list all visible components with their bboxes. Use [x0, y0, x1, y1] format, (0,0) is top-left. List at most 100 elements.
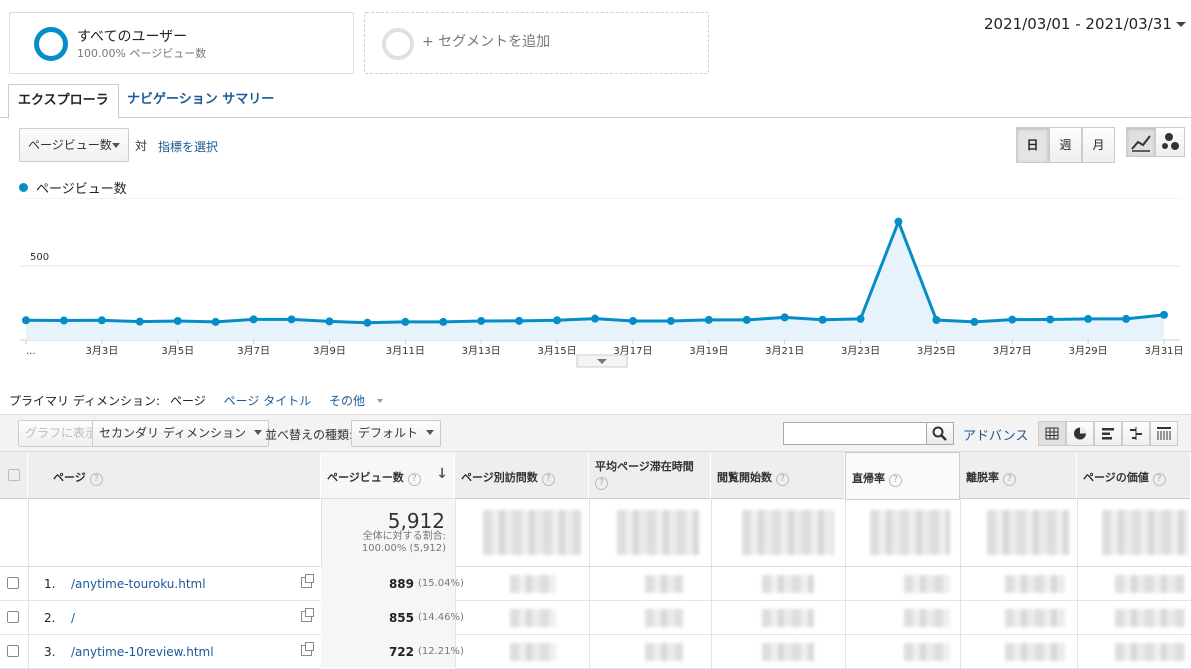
x-tick-label: 3月19日 [689, 345, 728, 357]
external-link-icon[interactable] [301, 642, 314, 656]
data-point [59, 316, 68, 325]
data-point [628, 316, 637, 325]
total-share: 全体に対する割合: 100.00% (5,912) [362, 531, 446, 555]
grid-icon [1045, 427, 1059, 440]
comparison-view-button[interactable] [1122, 421, 1150, 446]
header-exit-rate[interactable]: 離脱率? [960, 452, 1077, 500]
add-segment-button[interactable]: + セグメントを追加 [364, 12, 709, 74]
sort-desc-arrow-icon: ↓ [436, 466, 448, 482]
chevron-down-icon [426, 430, 435, 435]
total-pageviews: 5,912 [387, 509, 445, 533]
row-page-link[interactable]: /anytime-10review.html [71, 645, 214, 659]
x-tick-label: 3月7日 [237, 345, 270, 357]
help-icon[interactable]: ? [89, 473, 103, 486]
header-pageviews[interactable]: ページビュー数? ↓ [321, 452, 455, 500]
data-point [97, 316, 106, 325]
data-point [1084, 314, 1093, 323]
data-point [932, 316, 941, 325]
row-page-link[interactable]: /anytime-touroku.html [71, 577, 206, 591]
search-button[interactable] [926, 422, 954, 445]
header-page-value[interactable]: ページの価値? [1077, 452, 1191, 500]
redacted-value [1005, 609, 1065, 627]
select-all-cell [0, 452, 28, 500]
header-bounce-rate-label: 直帰率 [852, 472, 885, 485]
header-unique-pageviews[interactable]: ページ別訪問数? [455, 452, 589, 500]
bar-view-button[interactable] [1094, 421, 1122, 446]
row-pageviews-pct: (14.46%) [418, 612, 464, 623]
chevron-down-icon [377, 399, 384, 403]
line-chart-view-button[interactable] [1126, 127, 1156, 157]
row-index: 2. [44, 611, 56, 625]
advanced-filter-link[interactable]: アドバンス [963, 425, 1028, 444]
external-link-icon[interactable] [301, 574, 314, 588]
data-point [894, 217, 903, 226]
header-avg-time[interactable]: 平均ページ滞在時間? [589, 452, 711, 500]
redacted-value [904, 643, 950, 661]
secondary-dimension-label: セカンダリ ディメンション [99, 426, 246, 440]
table-toolbar: グラフに表示 セカンダリ ディメンション 並べ替えの種類: デフォルト アドバン… [0, 414, 1191, 451]
data-point [553, 316, 562, 325]
table-search-input[interactable] [783, 422, 927, 445]
help-icon[interactable]: ? [889, 474, 902, 487]
tab-explorer[interactable]: エクスプローラ [8, 84, 119, 119]
sort-type-select[interactable]: デフォルト [351, 420, 442, 447]
dimension-page-title[interactable]: ページ タイトル [224, 394, 312, 408]
table-view-button[interactable] [1038, 421, 1066, 446]
row-checkbox[interactable] [7, 645, 19, 657]
period-week-button[interactable]: 週 [1049, 127, 1082, 163]
pie-view-button[interactable] [1066, 421, 1094, 446]
bar-chart-icon [1102, 428, 1114, 440]
help-icon[interactable]: ? [1152, 473, 1166, 486]
segment-subtitle: 100.00% ページビュー数 [77, 47, 207, 60]
row-pageviews: 855 [388, 611, 414, 625]
table-header: ページ? ページビュー数? ↓ ページ別訪問数? 平均ページ滞在時間? 閲覧開始数… [0, 451, 1191, 500]
external-link-icon[interactable] [301, 608, 314, 622]
redacted-value [510, 609, 556, 627]
choose-metric-link[interactable]: 指標を選択 [158, 138, 218, 155]
secondary-dimension-select[interactable]: セカンダリ ディメンション [92, 420, 269, 447]
data-point [363, 318, 372, 327]
date-range-picker[interactable]: 2021/03/01 - 2021/03/31 [984, 15, 1186, 33]
data-point [249, 315, 258, 324]
row-page-link[interactable]: / [71, 611, 75, 625]
header-page-label: ページ [53, 471, 86, 484]
row-pageviews-pct: (12.21%) [418, 646, 464, 657]
x-tick-label: 3月31日 [1144, 345, 1183, 357]
help-icon[interactable]: ? [407, 473, 421, 486]
header-page[interactable]: ページ? [28, 452, 321, 500]
data-point [1046, 315, 1055, 324]
help-icon[interactable]: ? [1003, 473, 1016, 486]
period-month-button[interactable]: 月 [1082, 127, 1115, 163]
data-point [818, 315, 827, 324]
help-icon[interactable]: ? [595, 477, 608, 490]
header-bounce-rate[interactable]: 直帰率? [845, 452, 960, 500]
tab-navigation-summary[interactable]: ナビゲーション サマリー [118, 84, 283, 118]
period-day-button[interactable]: 日 [1016, 127, 1049, 163]
dimension-more[interactable]: その他 [329, 394, 393, 408]
chart-legend: ページビュー数 [19, 178, 127, 197]
header-page-value-label: ページの価値 [1083, 471, 1149, 484]
redacted-value [762, 643, 814, 661]
redacted-value [742, 510, 834, 555]
metric-select-label: ページビュー数 [28, 138, 112, 152]
metric-select[interactable]: ページビュー数 [19, 128, 129, 162]
data-point [742, 315, 751, 324]
line-chart-icon [1131, 135, 1151, 152]
redacted-value [1005, 575, 1065, 593]
pageviews-chart: 1,000500...3月3日3月5日3月7日3月9日3月11日3月13日3月1… [20, 198, 1184, 368]
header-entrances[interactable]: 閲覧開始数? [711, 452, 845, 500]
x-tick-label: 3月13日 [462, 345, 501, 357]
segment-ring-icon [34, 27, 68, 61]
header-avg-time-label: 平均ページ滞在時間 [595, 460, 694, 473]
x-tick-label: 3月25日 [917, 345, 956, 357]
help-icon[interactable]: ? [776, 473, 789, 486]
segment-all-users[interactable]: すべてのユーザー 100.00% ページビュー数 [9, 12, 354, 74]
motion-chart-view-button[interactable] [1155, 127, 1185, 157]
data-point [1122, 314, 1131, 323]
row-checkbox[interactable] [7, 611, 19, 623]
help-icon[interactable]: ? [541, 473, 555, 486]
row-pageviews: 722 [388, 645, 414, 659]
select-all-checkbox[interactable] [8, 469, 20, 481]
row-checkbox[interactable] [7, 577, 19, 589]
pivot-view-button[interactable] [1150, 421, 1178, 446]
